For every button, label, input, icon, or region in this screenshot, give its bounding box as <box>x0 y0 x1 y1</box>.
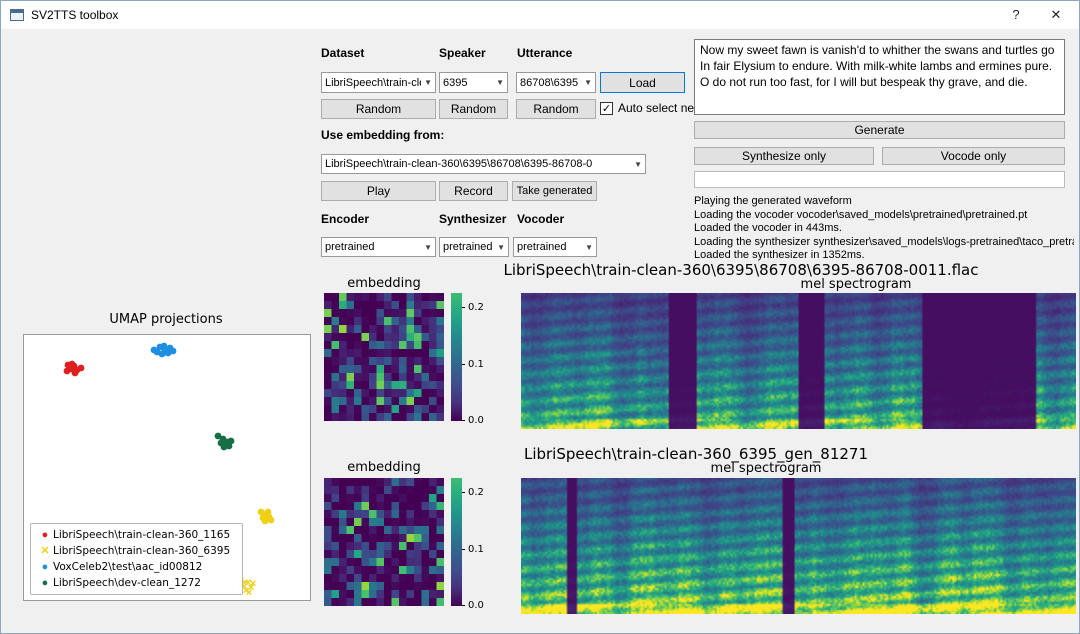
colorbar-tick-label: 0.2 <box>468 487 484 498</box>
svg-text:✕: ✕ <box>245 588 253 598</box>
mel-spectrogram-title: mel spectrogram <box>556 277 1080 292</box>
take-generated-button[interactable]: Take generated <box>512 181 597 201</box>
umap-plot: ✕✕✕✕✕✕✕✕✕ ● LibriSpeech\train-clean-360_… <box>23 334 311 601</box>
synthesize-only-button[interactable]: Synthesize only <box>694 147 874 165</box>
random-speaker-button[interactable]: Random <box>439 99 508 119</box>
embedding-colorbar <box>451 293 462 421</box>
text-to-synthesize-input[interactable]: Now my sweet fawn is vanish'd to whither… <box>694 39 1065 115</box>
colorbar-tick-label: 0.0 <box>468 600 484 611</box>
vocoder-select[interactable]: pretrained ▼ <box>513 237 597 257</box>
colorbar-tick <box>462 492 465 493</box>
mel-spectrogram-plot <box>521 478 1076 614</box>
close-button[interactable]: ✕ <box>1037 1 1075 29</box>
chevron-down-icon: ▼ <box>421 243 432 252</box>
legend-item: ● LibriSpeech\train-clean-360_1165 <box>37 527 236 543</box>
load-button[interactable]: Load <box>600 72 685 93</box>
random-utterance-button[interactable]: Random <box>516 99 596 119</box>
auto-select-label: Auto select next <box>618 101 703 115</box>
chevron-down-icon: ▼ <box>421 78 432 87</box>
chevron-down-icon: ▼ <box>493 78 504 87</box>
legend-label: LibriSpeech\train-clean-360_6395 <box>53 545 230 557</box>
embedding-plot-title: embedding <box>324 460 444 475</box>
colorbar-tick-label: 0.2 <box>468 302 484 313</box>
legend-item: ● VoxCeleb2\test\aac_id00812 <box>37 559 236 575</box>
legend-label: LibriSpeech\train-clean-360_1165 <box>53 529 230 541</box>
legend-item: ● LibriSpeech\dev-clean_1272 <box>37 575 236 591</box>
status-log: Playing the generated waveform Loading t… <box>694 195 1074 263</box>
legend-item: ✕ LibriSpeech\train-clean-360_6395 <box>37 543 236 559</box>
legend-x-icon: ✕ <box>37 543 53 559</box>
record-button[interactable]: Record <box>439 181 508 201</box>
app-window: SV2TTS toolbox ? ✕ Dataset Speaker Utter… <box>0 0 1080 634</box>
log-line: Loaded the vocoder in 443ms. <box>694 222 1074 236</box>
app-icon <box>10 9 24 21</box>
legend-dot-icon: ● <box>37 527 53 543</box>
colorbar-tick-label: 0.0 <box>468 415 484 426</box>
legend-label: LibriSpeech\dev-clean_1272 <box>53 577 201 589</box>
log-line: Loading the synthesizer synthesizer\save… <box>694 236 1074 250</box>
dataset-select[interactable]: LibriSpeech\train-cle ▼ <box>321 72 436 93</box>
random-dataset-button[interactable]: Random <box>321 99 436 119</box>
generate-button[interactable]: Generate <box>694 121 1065 139</box>
generation-progress-bar <box>694 171 1065 188</box>
vocode-only-button[interactable]: Vocode only <box>882 147 1065 165</box>
embedding-heatmap <box>324 478 444 606</box>
embedding-source-select[interactable]: LibriSpeech\train-clean-360\6395\86708\6… <box>321 154 646 174</box>
colorbar-tick-label: 0.1 <box>468 359 484 370</box>
chevron-down-icon: ▼ <box>494 243 505 252</box>
synthesizer-select[interactable]: pretrained ▼ <box>439 237 509 257</box>
chevron-down-icon: ▼ <box>582 243 593 252</box>
play-button[interactable]: Play <box>321 181 436 201</box>
checkbox-check-icon: ✓ <box>600 102 613 115</box>
umap-legend: ● LibriSpeech\train-clean-360_1165 ✕ Lib… <box>30 523 243 595</box>
umap-title: UMAP projections <box>63 312 269 327</box>
colorbar-tick <box>462 364 465 365</box>
embedding-heatmap <box>324 293 444 421</box>
embedding-source-value: LibriSpeech\train-clean-360\6395\86708\6… <box>325 158 631 170</box>
colorbar-tick-label: 0.1 <box>468 544 484 555</box>
utterance-select-value: 86708\6395 <box>520 77 581 89</box>
colorbar-tick <box>462 549 465 550</box>
legend-dot-icon: ● <box>37 559 53 575</box>
colorbar-tick <box>462 307 465 308</box>
mel-spectrogram-title: mel spectrogram <box>466 461 1066 476</box>
speaker-select-value: 6395 <box>443 77 493 89</box>
legend-dot-icon: ● <box>37 575 53 591</box>
help-button[interactable]: ? <box>997 1 1035 29</box>
speaker-select[interactable]: 6395 ▼ <box>439 72 508 93</box>
vocoder-label: Vocoder <box>517 212 564 226</box>
encoder-label: Encoder <box>321 212 369 226</box>
utterance-label: Utterance <box>517 46 572 60</box>
titlebar: SV2TTS toolbox ? ✕ <box>1 1 1079 29</box>
dataset-select-value: LibriSpeech\train-cle <box>325 77 421 89</box>
chevron-down-icon: ▼ <box>581 78 592 87</box>
embedding-plot-title: embedding <box>324 276 444 291</box>
synthesizer-select-value: pretrained <box>443 241 494 253</box>
speaker-label: Speaker <box>439 46 486 60</box>
synthesizer-label: Synthesizer <box>439 212 506 226</box>
auto-select-checkbox[interactable]: ✓ Auto select next <box>600 101 703 115</box>
use-embedding-heading: Use embedding from: <box>321 128 444 142</box>
colorbar-tick <box>462 420 465 421</box>
vocoder-select-value: pretrained <box>517 241 582 253</box>
colorbar-tick <box>462 605 465 606</box>
chevron-down-icon: ▼ <box>631 160 642 169</box>
log-line: Playing the generated waveform <box>694 195 1074 209</box>
window-title: SV2TTS toolbox <box>31 8 118 22</box>
log-line: Loading the vocoder vocoder\saved_models… <box>694 209 1074 223</box>
legend-label: VoxCeleb2\test\aac_id00812 <box>53 561 202 573</box>
utterance-select[interactable]: 86708\6395 ▼ <box>516 72 596 93</box>
encoder-select-value: pretrained <box>325 241 421 253</box>
embedding-colorbar <box>451 478 462 606</box>
encoder-select[interactable]: pretrained ▼ <box>321 237 436 257</box>
dataset-label: Dataset <box>321 46 364 60</box>
mel-spectrogram-plot <box>521 293 1076 429</box>
